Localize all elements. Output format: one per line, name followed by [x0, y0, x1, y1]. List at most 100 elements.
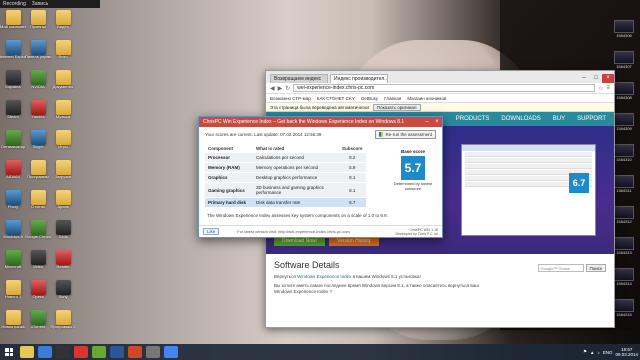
- nav-support[interactable]: SUPPORT: [577, 116, 606, 122]
- bookmark-item[interactable]: Магазин анонимов: [407, 96, 446, 101]
- chrome-taskbar-icon[interactable]: [164, 346, 178, 358]
- desktop-icon[interactable]: Программы: [27, 160, 49, 186]
- desktop-icon[interactable]: Проекты: [27, 10, 49, 36]
- desktop-image-file[interactable]: 1584312: [612, 206, 636, 228]
- rated-cell: Desktop graphics performance: [253, 172, 339, 183]
- bookmark-item[interactable]: GetBusy: [361, 96, 378, 101]
- ie-taskbar-icon[interactable]: [38, 346, 52, 358]
- desktop-icon[interactable]: Windows 8: [2, 220, 24, 246]
- clock[interactable]: 16:57 09.03.2014: [615, 347, 638, 357]
- col-component: Component: [208, 146, 233, 151]
- desktop-icon[interactable]: Video: [27, 250, 49, 276]
- show-original-button[interactable]: Показать оригинал: [372, 103, 421, 111]
- desktop-icon[interactable]: Minecraft: [2, 250, 24, 276]
- desktop-icon[interactable]: Архив: [52, 190, 74, 216]
- desktop-image-file[interactable]: 1584315: [612, 299, 636, 321]
- desktop-image-file[interactable]: 1584306: [612, 20, 636, 42]
- latest-version-link[interactable]: For latest version visit: http://win-exp…: [237, 229, 349, 234]
- steam-taskbar-icon[interactable]: [56, 346, 70, 358]
- video-taskbar-icon[interactable]: [146, 346, 160, 358]
- close-icon[interactable]: ×: [432, 119, 442, 125]
- desktop-image-file[interactable]: 1584310: [612, 144, 636, 166]
- window-controls: – □ ×: [578, 74, 614, 83]
- yandex-taskbar-icon[interactable]: [74, 346, 88, 358]
- nav-products[interactable]: PRODUCTS: [456, 116, 490, 122]
- menu-icon[interactable]: ≡: [606, 85, 610, 91]
- desktop-icon[interactable]: Internet Explorer: [0, 40, 26, 66]
- network-icon[interactable]: ▲: [590, 350, 594, 355]
- nav-buy[interactable]: BUY: [553, 116, 565, 122]
- desktop-icon[interactable]: Видео: [52, 10, 74, 36]
- desktop-icon[interactable]: uTorrent: [27, 310, 49, 336]
- desktop-image-file[interactable]: 1584309: [612, 113, 636, 135]
- desktop-icon[interactable]: NVIDIA: [27, 70, 49, 96]
- language-indicator[interactable]: ENG: [603, 350, 613, 355]
- desktop-icon[interactable]: Музыка: [52, 100, 74, 126]
- details-link[interactable]: Windows Experience Index: [297, 274, 351, 279]
- desktop-icon[interactable]: Программы 2: [51, 310, 75, 336]
- folder-icon: [30, 160, 46, 175]
- desktop-icon[interactable]: Мой компьютер: [0, 10, 26, 36]
- star-icon[interactable]: ☆: [598, 85, 603, 92]
- browser-tab[interactable]: Возвращаем индекс: [270, 74, 328, 83]
- desktop-image-file[interactable]: 1584311: [612, 175, 636, 197]
- reload-icon[interactable]: ↻: [285, 85, 290, 92]
- desktop-icon[interactable]: AIDA64: [2, 160, 24, 186]
- like-button[interactable]: Like: [203, 228, 220, 235]
- rerun-assessment-button[interactable]: Re-run the assessment: [375, 130, 436, 139]
- bookmark-item[interactable]: Возможно СТР-мар: [270, 96, 311, 101]
- image-thumbnail-icon: [614, 82, 634, 95]
- desktop-icon[interactable]: Нового 1: [2, 280, 24, 306]
- version-info: ChrisPC WEI 1.18 Developed by Chris P.C.…: [395, 228, 438, 236]
- desktop-icon[interactable]: Панель управления: [25, 40, 51, 66]
- desktop-icon[interactable]: Google Chrome: [25, 220, 51, 246]
- tools-icon: [55, 220, 71, 235]
- desktop-image-file[interactable]: 1584307: [612, 51, 636, 73]
- utorrent-taskbar-icon[interactable]: [92, 346, 106, 358]
- image-thumbnail-icon: [614, 20, 634, 33]
- volume-icon[interactable]: ♪: [597, 350, 599, 355]
- desktop-icon[interactable]: Proxy: [2, 190, 24, 216]
- desktop-icon[interactable]: Фото: [52, 40, 74, 66]
- minimize-icon[interactable]: –: [422, 119, 432, 125]
- back-icon[interactable]: ◀: [270, 85, 275, 92]
- browser-tab-active[interactable]: Индекс производител...: [330, 74, 388, 83]
- desktop-icon[interactable]: Загрузки: [52, 160, 74, 186]
- explorer-taskbar-icon[interactable]: [20, 346, 34, 358]
- desktop-icon[interactable]: Yandex: [27, 100, 49, 126]
- close-icon[interactable]: ×: [602, 74, 614, 83]
- bookmark-item[interactable]: Главная: [384, 96, 401, 101]
- minimize-icon[interactable]: –: [578, 74, 590, 83]
- windows-start-icon[interactable]: [2, 345, 16, 359]
- mini-titlebar: [462, 145, 595, 151]
- desktop-icon[interactable]: Sony: [52, 280, 74, 306]
- component-cell: Processor: [205, 153, 253, 163]
- desktop-icon[interactable]: Skype: [27, 130, 49, 156]
- search-input[interactable]: Google™ Поиск: [537, 264, 584, 272]
- nav-downloads[interactable]: DOWNLOADS: [501, 116, 540, 122]
- image-thumbnail-icon: [614, 268, 634, 281]
- word-taskbar-icon[interactable]: [110, 346, 124, 358]
- url-input[interactable]: wei-experience-index.chris-pc.com: [293, 84, 596, 92]
- office-taskbar-icon[interactable]: [128, 346, 142, 358]
- desktop-icon[interactable]: Opera: [27, 280, 49, 306]
- desktop-icon[interactable]: Отчеты: [27, 190, 49, 216]
- mini-score: 6.7: [569, 173, 589, 193]
- bookmark-item[interactable]: КАК СТОНЕТ CKY: [317, 96, 355, 101]
- desktop-icon[interactable]: Документы: [52, 70, 74, 96]
- desktop-icon[interactable]: Steam: [2, 100, 24, 126]
- desktop-image-file[interactable]: 1584314: [612, 268, 636, 290]
- desktop-icon[interactable]: Новая папка: [1, 310, 25, 336]
- desktop-icon[interactable]: Tools: [52, 220, 74, 246]
- forward-icon[interactable]: ▶: [278, 85, 283, 92]
- desktop-icon[interactable]: Reader: [52, 250, 74, 276]
- desktop-icon[interactable]: Оптимизатор: [1, 130, 25, 156]
- desktop-icon[interactable]: Корзина: [2, 70, 24, 96]
- maximize-icon[interactable]: □: [590, 74, 602, 83]
- flag-icon[interactable]: ⚑: [583, 349, 587, 355]
- search-button[interactable]: Поиск: [585, 264, 606, 272]
- desktop-image-file[interactable]: 1584308: [612, 82, 636, 104]
- desktop-icon[interactable]: Игры: [52, 130, 74, 156]
- desktop-image-file[interactable]: 1584313: [612, 237, 636, 259]
- desktop-column-2: Проекты Панель управления NVIDIA Yandex …: [25, 10, 51, 336]
